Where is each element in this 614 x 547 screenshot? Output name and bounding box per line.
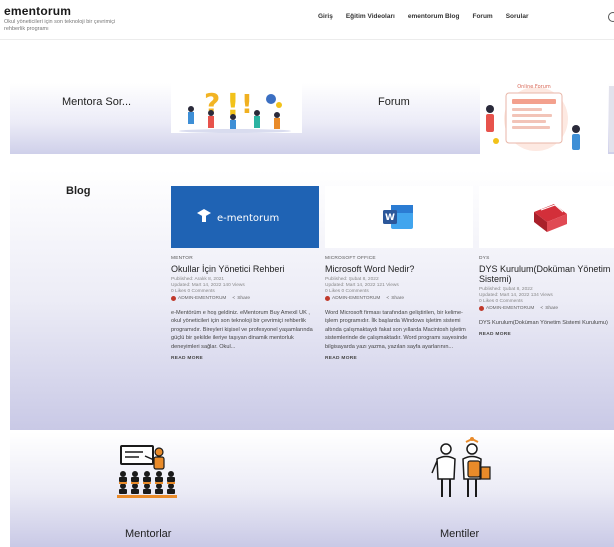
brand-title[interactable]: ementorum	[4, 4, 134, 18]
brand[interactable]: ementorum Okul yöneticileri için son tek…	[4, 4, 134, 32]
read-more-link[interactable]: READ MORE	[171, 356, 319, 361]
mentorlar-label[interactable]: Mentorlar	[125, 528, 171, 540]
card-author-row: ADMIN-EMENTORUM < Share	[325, 296, 473, 301]
read-more-link[interactable]: READ MORE	[325, 356, 473, 361]
blog-card: DYS DYS Kurulum(Doküman Yönetim Sistemi)…	[479, 186, 614, 337]
read-more-link[interactable]: READ MORE	[479, 332, 614, 337]
share-icon[interactable]: <	[540, 306, 543, 311]
card-author[interactable]: ADMIN-EMENTORUM	[178, 296, 226, 301]
card-image-dys[interactable]	[479, 186, 614, 248]
nav-egitim-videolari[interactable]: Eğitim Videoları	[346, 13, 395, 20]
card-category[interactable]: MICROSOFT OFFICE	[325, 256, 473, 261]
mentors-icon[interactable]	[113, 442, 179, 504]
share-icon[interactable]: <	[386, 296, 389, 301]
next-item-edge	[609, 86, 614, 152]
questions-illustration[interactable]: ? ! !	[171, 83, 302, 133]
svg-text:!: !	[241, 90, 253, 120]
card-share[interactable]: Share	[391, 296, 404, 301]
mentora-sor-label[interactable]: Mentora Sor...	[62, 96, 131, 108]
card-image-word[interactable]: W	[325, 186, 473, 248]
nav-ementorum-blog[interactable]: ementorum Blog	[408, 13, 460, 20]
card-excerpt: e-Mentörüm e hoş geldiniz. eMentorum Buy…	[171, 310, 313, 350]
author-avatar-icon	[325, 296, 330, 301]
card-author-row: ADMIN-EMENTORUM < Share	[171, 296, 319, 301]
card-title[interactable]: Okullar İçin Yönetici Rehberi	[171, 264, 319, 274]
author-avatar-icon	[171, 296, 176, 301]
nav-forum[interactable]: Forum	[472, 13, 492, 20]
blog-heading: Blog	[66, 185, 91, 197]
card-excerpt: DYS Kurulum(Doküman Yönetim Sistemi Kuru…	[479, 320, 608, 326]
mentees-icon[interactable]	[428, 437, 493, 505]
nav-giris[interactable]: Giriş	[318, 13, 333, 20]
mentiler-label[interactable]: Mentiler	[440, 528, 479, 540]
svg-text:W: W	[385, 213, 395, 223]
share-icon[interactable]: <	[232, 296, 235, 301]
card-title[interactable]: Microsoft Word Nedir?	[325, 264, 473, 274]
site-header: ementorum Okul yöneticileri için son tek…	[0, 0, 614, 40]
card-image-ementorum[interactable]: e-mentorum	[171, 186, 319, 248]
card-author-row: ADMIN-EMENTORUM < Share	[479, 306, 614, 311]
svg-text:Online Forum: Online Forum	[517, 84, 551, 90]
author-avatar-icon	[479, 306, 484, 311]
forum-label[interactable]: Forum	[378, 96, 410, 108]
brand-subtitle: Okul yöneticileri için son teknoloji bir…	[4, 19, 116, 32]
forum-illustration[interactable]: Online Forum	[480, 79, 608, 154]
feature-band-bottom	[10, 432, 614, 547]
card-share[interactable]: Share	[545, 306, 558, 311]
card-likes: 0 Likes 0 Comments	[325, 289, 369, 294]
card-category[interactable]: MENTOR	[171, 256, 319, 261]
nav-sorular[interactable]: Sorular	[506, 13, 529, 20]
svg-text:e-mentorum: e-mentorum	[217, 213, 279, 224]
card-author[interactable]: ADMIN-EMENTORUM	[486, 306, 534, 311]
card-category[interactable]: DYS	[479, 256, 614, 261]
card-author[interactable]: ADMIN-EMENTORUM	[332, 296, 380, 301]
card-excerpt: Word Microsoft firması tarafından gelişt…	[325, 310, 468, 350]
blog-card: W MICROSOFT OFFICE Microsoft Word Nedir?…	[325, 186, 473, 361]
main-nav: Giriş Eğitim Videoları ementorum Blog Fo…	[318, 13, 541, 20]
card-likes: 0 Likes 0 Comments	[171, 289, 215, 294]
card-likes: 0 Likes 0 Comments	[479, 299, 523, 304]
blog-card: e-mentorum MENTOR Okullar İçin Yönetici …	[171, 186, 319, 361]
card-title[interactable]: DYS Kurulum(Doküman Yönetim Sistemi)	[479, 264, 614, 284]
card-share[interactable]: Share	[237, 296, 250, 301]
search-icon[interactable]	[608, 12, 614, 22]
